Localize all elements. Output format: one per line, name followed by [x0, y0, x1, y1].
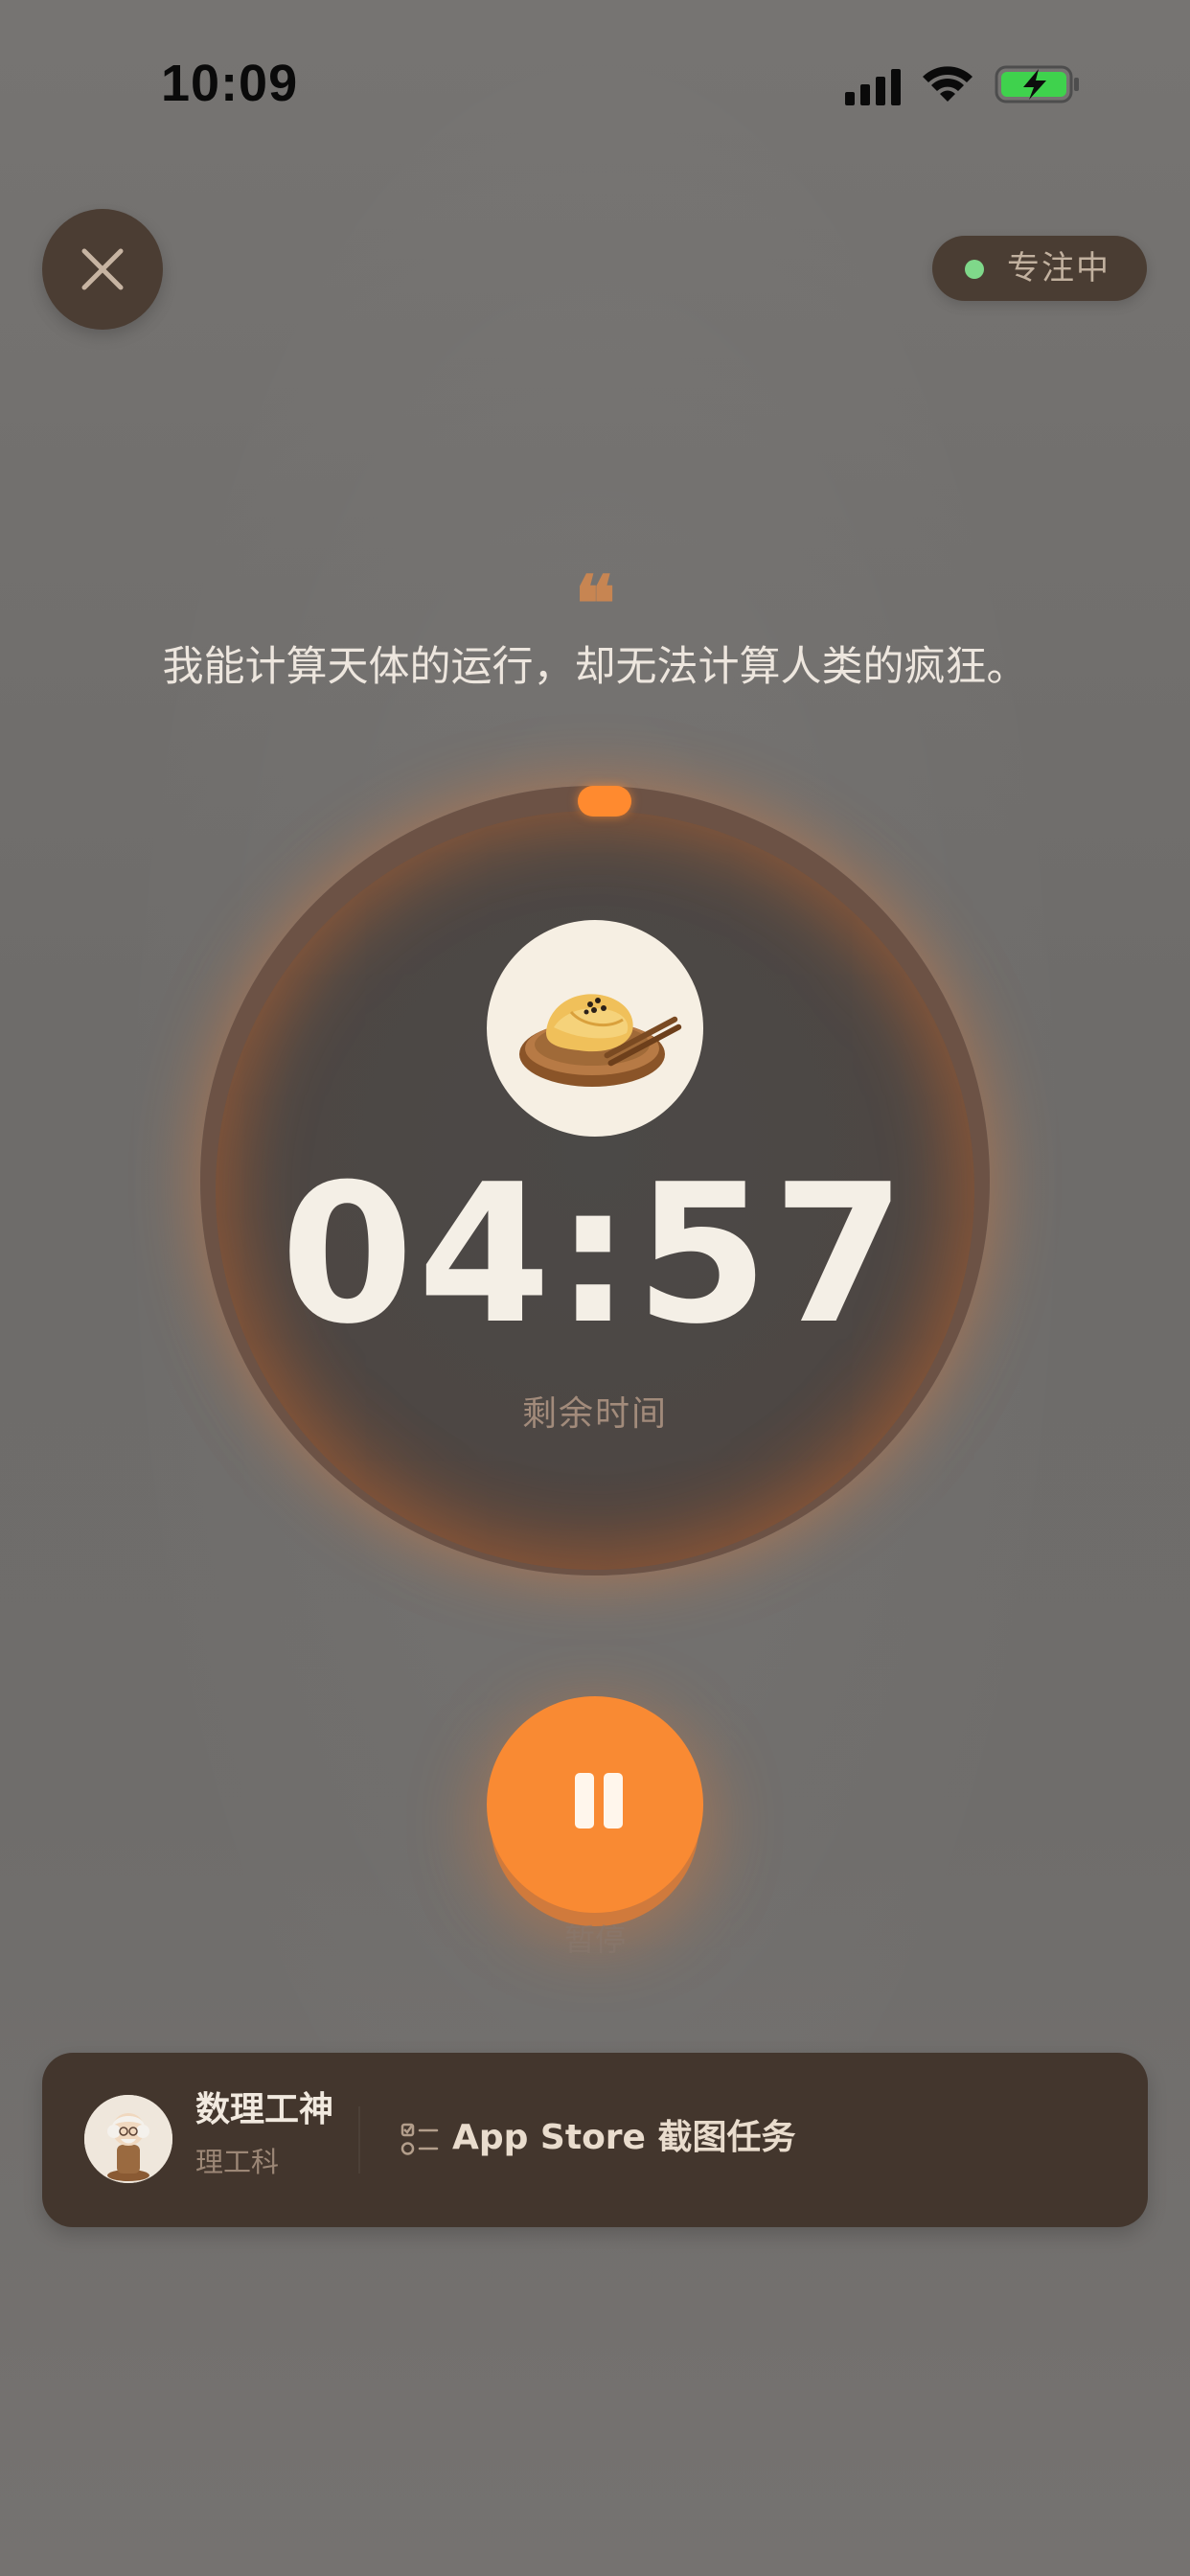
- remaining-time-label: 剩余时间: [521, 1394, 668, 1434]
- avatar: [84, 2095, 172, 2183]
- focus-status-badge: 专注中: [932, 236, 1147, 301]
- status-time: 10:09: [161, 55, 299, 112]
- task-card[interactable]: 数理工神 理工科 App Store 截图任务: [42, 2053, 1148, 2227]
- status-dot-icon: [965, 260, 984, 279]
- card-divider: [358, 2106, 360, 2174]
- signal-icon: [845, 69, 901, 105]
- user-name: 数理工神: [195, 2090, 334, 2129]
- quote-text: 我能计算天体的运行，却无法计算人类的疯狂。: [162, 643, 1028, 691]
- user-category: 理工科: [195, 2146, 280, 2178]
- focus-timer-screen: 10:09 专注中 ❝ 我能计算天体的运行，却无法计算人类的疯狂。 04:57 …: [0, 0, 1190, 2576]
- food-avatar: [487, 920, 703, 1137]
- focus-status-label: 专注中: [1007, 249, 1110, 288]
- pause-icon: [575, 1773, 594, 1828]
- egg-roll-plate-icon: [519, 994, 682, 1087]
- status-bar: 10:09: [0, 0, 1190, 172]
- quote-mark-icon: ❝: [574, 559, 616, 649]
- scholar-figure-icon: [84, 2095, 172, 2183]
- close-icon: [81, 248, 124, 290]
- progress-knob: [578, 786, 631, 816]
- battery-charging-icon: [995, 65, 1079, 104]
- pause-button[interactable]: [487, 1696, 703, 1913]
- close-button[interactable]: [42, 209, 163, 330]
- task-title: App Store 截图任务: [452, 2118, 796, 2157]
- checklist-icon: [400, 2123, 439, 2155]
- wifi-icon: [923, 66, 973, 102]
- pause-icon-bar: [604, 1773, 623, 1828]
- pause-label: 暂停: [563, 1921, 626, 1958]
- countdown-timer: 04:57: [280, 1143, 910, 1367]
